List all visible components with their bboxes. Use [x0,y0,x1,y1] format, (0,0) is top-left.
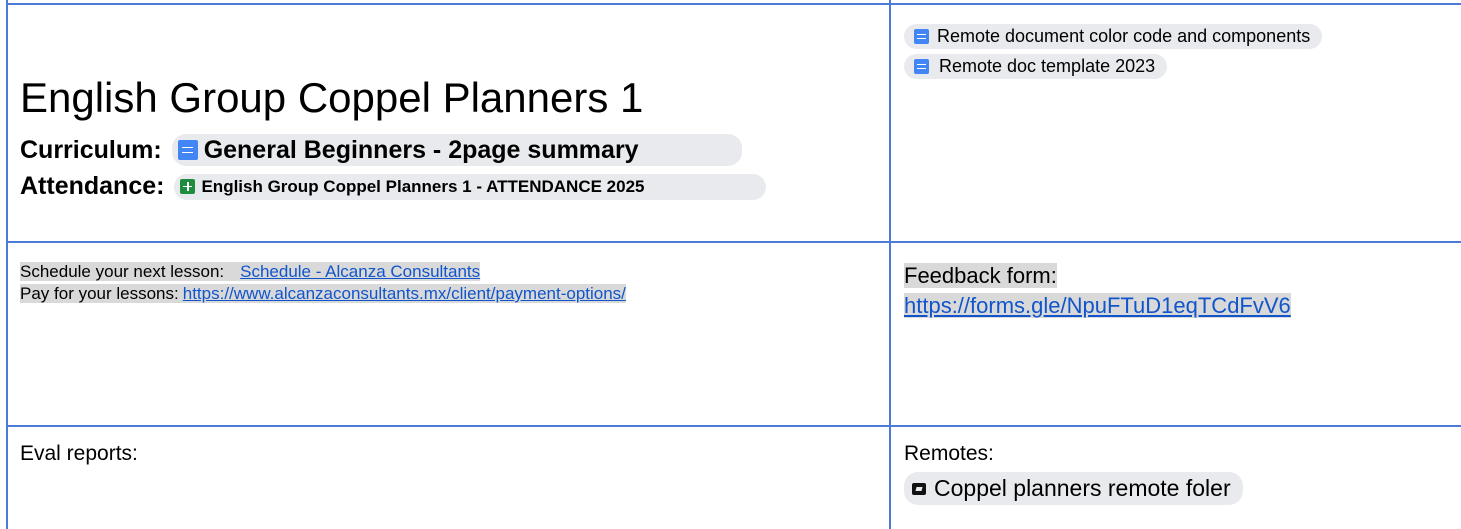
doc-icon [914,59,929,74]
cell-remote-docs: Remote document color code and component… [904,24,1444,79]
curriculum-row: Curriculum: General Beginners - 2page su… [20,134,880,166]
schedule-row: Schedule your next lesson: Schedule - Alc… [20,261,880,283]
attendance-row: Attendance: English Group Coppel Planner… [20,172,880,201]
table-border-row1 [6,241,1461,243]
table-border-row2 [6,425,1461,427]
remote-template-chip[interactable]: Remote doc template 2023 [904,54,1168,79]
feedback-label: Feedback form: [904,263,1057,288]
payment-link[interactable]: https://www.alcanzaconsultants.mx/client… [182,284,626,303]
remote-template-chip-label: Remote doc template 2023 [939,56,1156,76]
remote-doc-chip[interactable]: Remote document color code and component… [904,24,1323,49]
feedback-link[interactable]: https://forms.gle/NpuFTuD1eqTCdFvV6 [904,293,1291,318]
pay-label: Pay for your lessons: [20,284,179,303]
remote-folder-chip[interactable]: Coppel planners remote foler [904,472,1243,505]
table-border-top [6,3,1461,5]
remote-folder-label: Coppel planners remote foler [934,475,1231,501]
remotes-label: Remotes: [904,442,994,465]
eval-reports-label: Eval reports: [20,442,138,465]
page-title: English Group Coppel Planners 1 [20,74,644,121]
attendance-sheet-title: English Group Coppel Planners 1 - ATTEND… [201,176,645,196]
cell-feedback: Feedback form: https://forms.gle/NpuFTuD… [904,261,1454,321]
table-border-middle [889,0,891,529]
cell-remotes: Remotes: Coppel planners remote foler [904,442,1454,505]
doc-icon [914,29,929,44]
document-table: English Group Coppel Planners 1 Curricul… [0,0,1461,529]
curriculum-label: Curriculum: [20,135,162,164]
cell-eval-reports: Eval reports: [20,442,880,466]
schedule-label: Schedule your next lesson: [20,262,225,281]
remote-doc-chip-label: Remote document color code and component… [937,26,1311,46]
cell-schedule: Schedule your next lesson: Schedule - Alc… [20,261,880,305]
schedule-link[interactable]: Schedule - Alcanza Consultants [234,262,481,281]
pay-row: Pay for your lessons: https://www.alcanza… [20,283,880,305]
attendance-sheet-chip[interactable]: English Group Coppel Planners 1 - ATTEND… [174,173,767,200]
doc-icon [177,140,198,160]
sheet-icon [180,179,196,194]
attendance-label: Attendance: [20,172,165,200]
cell-header: English Group Coppel Planners 1 Curricul… [20,70,880,201]
table-border-left [6,0,8,529]
curriculum-doc-title: General Beginners - 2page summary [203,135,639,164]
folder-icon [912,482,926,495]
curriculum-doc-chip[interactable]: General Beginners - 2page summary [171,134,742,166]
